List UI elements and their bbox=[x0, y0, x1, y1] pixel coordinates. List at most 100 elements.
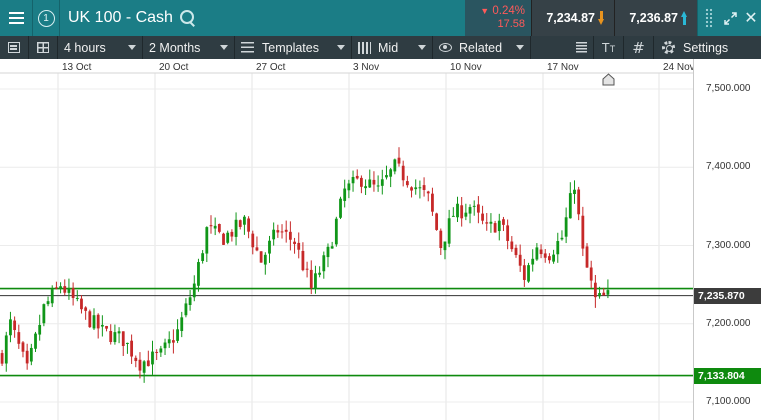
candle-up bbox=[176, 329, 179, 341]
candle-down bbox=[88, 311, 92, 328]
candle-up bbox=[368, 179, 372, 188]
text-size-button[interactable]: TT bbox=[594, 36, 624, 59]
price-chart[interactable]: 13 Oct 20 Oct 27 Oct 3 Nov 10 Nov 17 Nov 24 No… bbox=[0, 59, 761, 420]
related-label: Related bbox=[459, 40, 503, 55]
candle-up bbox=[364, 186, 367, 189]
price-type-label: Mid bbox=[378, 40, 399, 55]
candle-up bbox=[29, 347, 33, 362]
current-price-tag: 7,235.870 bbox=[694, 287, 761, 304]
candle-up bbox=[389, 169, 393, 177]
candle-up bbox=[339, 198, 342, 218]
candle-up bbox=[552, 254, 555, 262]
candle-down bbox=[460, 205, 464, 219]
candle-down bbox=[355, 175, 359, 179]
sliders-icon bbox=[241, 42, 254, 53]
candle-down bbox=[539, 249, 543, 255]
interval-select[interactable]: 4 hours bbox=[58, 36, 143, 59]
time-tick-label: 17 Nov bbox=[547, 62, 579, 73]
close-button[interactable]: ✕ bbox=[741, 0, 761, 36]
candle-down bbox=[259, 251, 263, 263]
candle-up bbox=[464, 212, 468, 217]
sell-price-button[interactable]: 7,234.87 bbox=[531, 0, 614, 36]
candle-down bbox=[522, 265, 526, 280]
price-axis[interactable]: 7,500.000 7,400.000 7,300.000 7,200.000 7,10… bbox=[693, 59, 761, 420]
home-marker-icon[interactable] bbox=[602, 73, 615, 86]
candle-up bbox=[556, 241, 560, 255]
candlestick-icon bbox=[358, 41, 371, 54]
candle-down bbox=[255, 247, 259, 251]
grid-toggle-button[interactable]: # bbox=[624, 36, 654, 59]
change-percent: ▼ 0.24% bbox=[480, 5, 525, 17]
candle-down bbox=[293, 241, 296, 245]
candle-down bbox=[502, 219, 505, 225]
templates-select[interactable]: Templates bbox=[235, 36, 352, 59]
candle-up bbox=[347, 183, 351, 191]
candle-up bbox=[117, 331, 121, 334]
buy-price-button[interactable]: 7,236.87 bbox=[614, 0, 697, 36]
candle-down bbox=[217, 223, 221, 232]
candle-up bbox=[418, 187, 422, 189]
text-size-icon: TT bbox=[601, 40, 616, 55]
indicator-list-button[interactable] bbox=[0, 36, 29, 59]
candle-down bbox=[105, 326, 108, 329]
candle-down bbox=[130, 340, 134, 357]
candle-down bbox=[247, 218, 250, 232]
candle-down bbox=[481, 213, 484, 221]
candle-up bbox=[75, 297, 79, 299]
candle-down bbox=[426, 191, 430, 194]
interval-label: 4 hours bbox=[64, 40, 106, 55]
menu-button[interactable] bbox=[0, 0, 33, 36]
search-icon[interactable] bbox=[179, 10, 196, 26]
related-select[interactable]: Related bbox=[433, 36, 531, 59]
candle-down bbox=[138, 359, 142, 371]
chevron-down-icon bbox=[128, 45, 136, 50]
candle-down bbox=[71, 287, 75, 298]
level-price-tag: 7,133.804 bbox=[694, 367, 761, 384]
candle-down bbox=[146, 360, 150, 367]
chart-window: 1 UK 100 - Cash ▼ 0.24% 17.58 7,234.87 7… bbox=[0, 0, 761, 420]
candle-down bbox=[476, 204, 480, 213]
price-type-select[interactable]: Mid bbox=[352, 36, 433, 59]
candle-up bbox=[42, 304, 46, 324]
candle-up bbox=[334, 218, 338, 245]
instrument-title-area[interactable]: UK 100 - Cash bbox=[60, 0, 465, 36]
settings-button[interactable]: Settings bbox=[654, 36, 761, 59]
drag-handle[interactable] bbox=[697, 0, 719, 36]
candle-down bbox=[109, 330, 113, 343]
candle-up bbox=[385, 175, 388, 178]
price-tick-label: 7,200.000 bbox=[706, 317, 751, 329]
candle-down bbox=[401, 165, 405, 181]
expand-button[interactable] bbox=[719, 0, 741, 36]
candlestick-plot[interactable] bbox=[0, 59, 693, 420]
close-icon: ✕ bbox=[744, 10, 758, 27]
candle-up bbox=[343, 188, 347, 201]
candle-down bbox=[439, 230, 443, 249]
candle-down bbox=[506, 225, 510, 241]
candle-down bbox=[301, 250, 305, 271]
candle-down bbox=[209, 225, 213, 227]
layout-button[interactable] bbox=[29, 36, 58, 59]
chart-toolbar: 4 hours 2 Months Templates Mid Related T… bbox=[0, 36, 761, 59]
candle-up bbox=[268, 240, 271, 254]
candle-down bbox=[493, 223, 497, 233]
candle-up bbox=[226, 232, 230, 243]
candle-up bbox=[113, 332, 117, 343]
candle-up bbox=[163, 342, 167, 349]
candle-up bbox=[188, 297, 192, 305]
candle-up bbox=[606, 290, 610, 295]
gear-icon bbox=[662, 41, 675, 54]
candle-up bbox=[272, 229, 276, 240]
price-tick-label: 7,500.000 bbox=[706, 83, 751, 94]
candle-up bbox=[46, 301, 50, 305]
candle-down bbox=[602, 292, 606, 296]
sell-price: 7,234.87 bbox=[546, 11, 595, 25]
drawing-list-button[interactable] bbox=[531, 36, 594, 59]
candle-down bbox=[305, 268, 309, 270]
candle-down bbox=[84, 307, 88, 311]
candle-up bbox=[497, 220, 501, 232]
grid-layout-icon bbox=[37, 42, 49, 53]
candle-down bbox=[155, 351, 159, 353]
time-tick-label: 20 Oct bbox=[159, 62, 189, 73]
range-select[interactable]: 2 Months bbox=[143, 36, 235, 59]
info-button[interactable]: 1 bbox=[33, 0, 60, 36]
